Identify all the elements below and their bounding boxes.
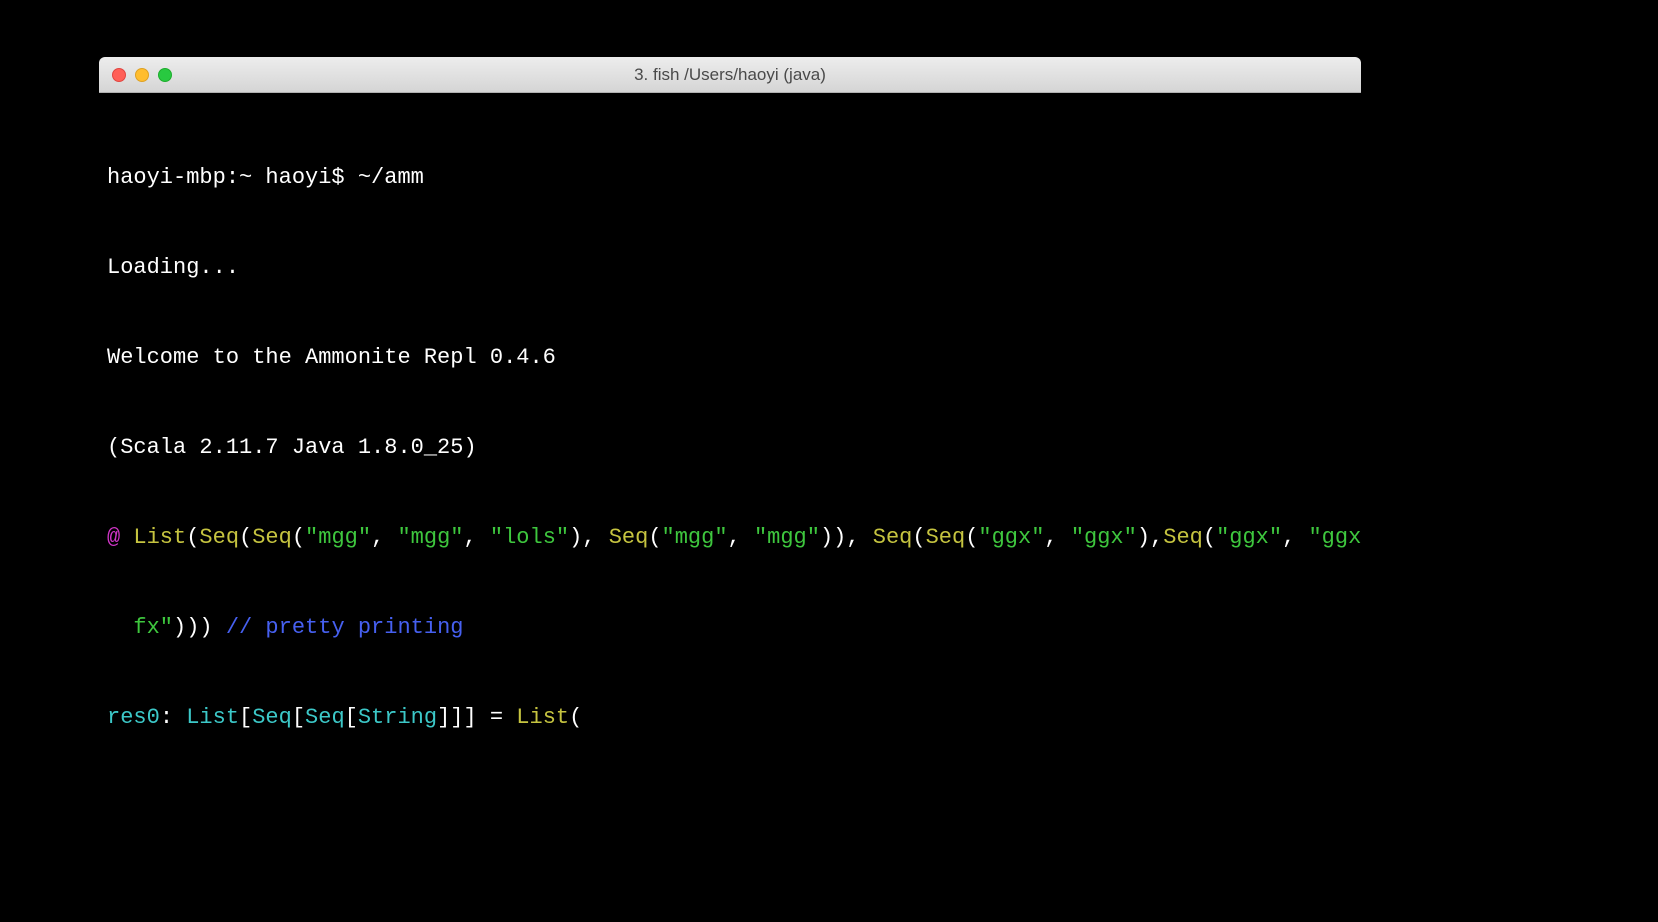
traffic-lights bbox=[112, 68, 172, 82]
terminal-window: 3. fish /Users/haoyi (java) haoyi-mbp:~ … bbox=[99, 57, 1361, 797]
close-button[interactable] bbox=[112, 68, 126, 82]
window-title: 3. fish /Users/haoyi (java) bbox=[99, 65, 1361, 85]
repl-input-line: @ List(Seq(Seq("mgg", "mgg", "lols"), Se… bbox=[107, 523, 1353, 553]
prompt-line: haoyi-mbp:~ haoyi$ ~/amm bbox=[107, 163, 1353, 193]
terminal-content[interactable]: haoyi-mbp:~ haoyi$ ~/amm Loading... Welc… bbox=[99, 93, 1361, 797]
window-titlebar: 3. fish /Users/haoyi (java) bbox=[99, 57, 1361, 93]
repl-input-continuation: fx"))) // pretty printing bbox=[107, 613, 1353, 643]
output-line: (Scala 2.11.7 Java 1.8.0_25) bbox=[107, 433, 1353, 463]
minimize-button[interactable] bbox=[135, 68, 149, 82]
output-line: Loading... bbox=[107, 253, 1353, 283]
repl-result-line: res0: List[Seq[Seq[String]]] = List( bbox=[107, 703, 1353, 733]
repl-result-line: List(List("mgg", "mgg", "lols"), List("m… bbox=[107, 793, 1353, 797]
zoom-button[interactable] bbox=[158, 68, 172, 82]
output-line: Welcome to the Ammonite Repl 0.4.6 bbox=[107, 343, 1353, 373]
